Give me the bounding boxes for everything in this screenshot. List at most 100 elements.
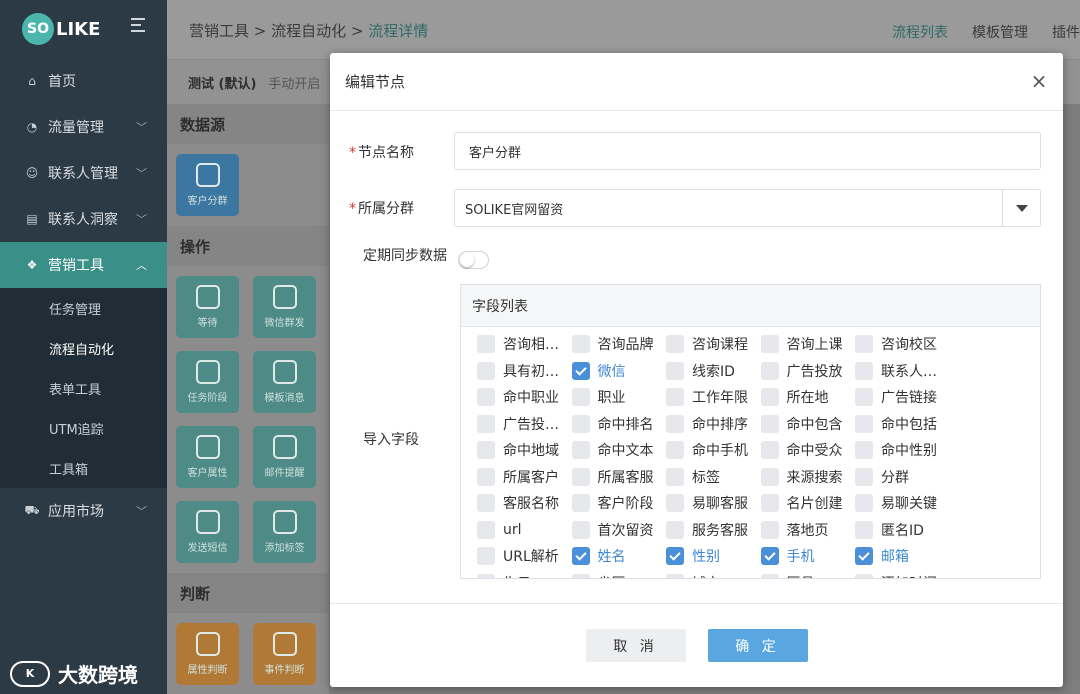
- checkbox-icon[interactable]: [571, 388, 590, 407]
- field-option[interactable]: 咨询课程: [666, 331, 761, 358]
- sidebar-subitem-tasks[interactable]: 任务管理: [0, 288, 167, 328]
- field-option[interactable]: 客户阶段: [571, 490, 667, 517]
- confirm-button[interactable]: 确 定: [707, 629, 808, 662]
- field-option[interactable]: 标签: [666, 464, 761, 491]
- tile-wechat[interactable]: 微信群发: [253, 276, 316, 338]
- field-option[interactable]: 广告投放渠道: [477, 411, 572, 438]
- field-option[interactable]: 落地页: [760, 517, 856, 544]
- field-option[interactable]: 所属客服: [571, 464, 667, 491]
- checkbox-icon[interactable]: [666, 441, 684, 460]
- field-option[interactable]: 分群: [855, 464, 950, 491]
- field-option[interactable]: 命中地域: [477, 437, 572, 464]
- field-option[interactable]: url: [477, 517, 572, 544]
- field-option[interactable]: 邮箱: [855, 543, 950, 570]
- checkbox-icon[interactable]: [477, 547, 495, 566]
- field-option[interactable]: 客服名称: [477, 490, 572, 517]
- tile-wait[interactable]: 等待: [176, 276, 239, 338]
- checkbox-icon[interactable]: [477, 494, 495, 513]
- checkbox-icon[interactable]: [666, 414, 684, 433]
- field-option[interactable]: 职业: [571, 384, 667, 411]
- checkbox-icon[interactable]: [760, 520, 779, 539]
- field-option[interactable]: 命中包括: [855, 411, 950, 438]
- field-list-box[interactable]: 字段列表 咨询相关信息 咨询品牌 咨询课程 咨询上课 咨询校区具有初步意向 微信 线索ID 广…: [460, 284, 1041, 579]
- cancel-button[interactable]: 取 消: [585, 629, 686, 662]
- field-option[interactable]: 区县: [760, 570, 856, 578]
- field-option[interactable]: 命中职业: [477, 384, 572, 411]
- field-option[interactable]: 命中文本: [571, 437, 667, 464]
- menu-collapse-icon[interactable]: [131, 18, 151, 36]
- checkbox-icon[interactable]: [855, 573, 873, 578]
- field-option[interactable]: 添加时间: [855, 570, 950, 578]
- field-option[interactable]: 命中排名: [571, 411, 667, 438]
- link-plugins[interactable]: 插件: [1052, 22, 1080, 42]
- checkbox-icon[interactable]: [666, 388, 684, 407]
- field-option[interactable]: 咨询品牌: [571, 331, 667, 358]
- checkbox-icon[interactable]: [571, 573, 590, 578]
- field-option[interactable]: 联系人来源: [855, 358, 950, 385]
- checkbox-icon[interactable]: [760, 467, 779, 486]
- checkbox-icon[interactable]: [760, 361, 779, 380]
- sidebar-subitem-utm[interactable]: UTM追踪: [0, 408, 167, 448]
- checkbox-icon[interactable]: [666, 520, 684, 539]
- field-option[interactable]: 工作年限: [666, 384, 761, 411]
- field-option[interactable]: 性别: [666, 543, 761, 570]
- checkbox-icon[interactable]: [855, 520, 873, 539]
- field-option[interactable]: 命中包含: [760, 411, 856, 438]
- close-icon[interactable]: ×: [1029, 71, 1049, 91]
- breadcrumb-item[interactable]: 流程自动化: [271, 22, 346, 40]
- tile-task-stage[interactable]: 任务阶段: [176, 351, 239, 413]
- checkbox-checked-icon[interactable]: [760, 547, 779, 566]
- sync-toggle[interactable]: [458, 251, 489, 269]
- checkbox-icon[interactable]: [477, 573, 495, 578]
- sidebar-item-traffic[interactable]: ◔ 流量管理 ﹀: [0, 104, 167, 150]
- tile-attr-judge[interactable]: 属性判断: [176, 623, 239, 685]
- checkbox-icon[interactable]: [760, 388, 779, 407]
- field-option[interactable]: 所在地: [760, 384, 856, 411]
- field-option[interactable]: 城市: [666, 570, 761, 578]
- logo[interactable]: SO LIKE: [0, 0, 167, 58]
- field-option[interactable]: 广告投放: [760, 358, 856, 385]
- checkbox-icon[interactable]: [571, 467, 590, 486]
- checkbox-icon[interactable]: [760, 441, 779, 460]
- tile-add-tag[interactable]: 添加标签: [253, 501, 316, 563]
- checkbox-icon[interactable]: [666, 335, 684, 354]
- group-select[interactable]: SOLIKE官网留资: [454, 189, 1041, 227]
- checkbox-icon[interactable]: [760, 573, 779, 578]
- caret-down-icon[interactable]: [1002, 190, 1040, 226]
- checkbox-icon[interactable]: [760, 335, 779, 354]
- sidebar-item-market[interactable]: ⛟ 应用市场 ﹀: [0, 488, 167, 534]
- field-option[interactable]: 首次留资: [571, 517, 667, 544]
- link-template-manage[interactable]: 模板管理: [972, 22, 1028, 42]
- checkbox-icon[interactable]: [571, 520, 590, 539]
- field-option[interactable]: 易聊关键: [855, 490, 950, 517]
- checkbox-icon[interactable]: [760, 494, 779, 513]
- checkbox-icon[interactable]: [666, 361, 684, 380]
- field-option[interactable]: 咨询校区: [855, 331, 950, 358]
- checkbox-icon[interactable]: [855, 361, 873, 380]
- checkbox-icon[interactable]: [666, 494, 684, 513]
- checkbox-checked-icon[interactable]: [666, 547, 684, 566]
- tile-event-judge[interactable]: 事件判断: [253, 623, 316, 685]
- checkbox-icon[interactable]: [760, 414, 779, 433]
- checkbox-icon[interactable]: [571, 441, 590, 460]
- field-option[interactable]: 咨询相关信息: [477, 331, 572, 358]
- field-option[interactable]: 手机: [760, 543, 856, 570]
- tile-sms[interactable]: 发送短信: [176, 501, 239, 563]
- checkbox-icon[interactable]: [477, 361, 495, 380]
- field-option[interactable]: 命中手机: [666, 437, 761, 464]
- sidebar-item-insights[interactable]: ▤ 联系人洞察 ﹀: [0, 196, 167, 242]
- link-flow-list[interactable]: 流程列表: [892, 22, 948, 42]
- checkbox-icon[interactable]: [855, 335, 873, 354]
- checkbox-icon[interactable]: [477, 335, 495, 354]
- checkbox-checked-icon[interactable]: [855, 547, 873, 566]
- field-option[interactable]: 线索ID: [666, 358, 761, 385]
- field-option[interactable]: 姓名: [571, 543, 667, 570]
- field-option[interactable]: 微信: [571, 358, 667, 385]
- flow-mode[interactable]: 手动开启: [268, 73, 320, 92]
- checkbox-icon[interactable]: [666, 573, 684, 578]
- checkbox-icon[interactable]: [855, 494, 873, 513]
- field-option[interactable]: 生日: [477, 570, 572, 578]
- checkbox-icon[interactable]: [477, 520, 495, 539]
- checkbox-icon[interactable]: [855, 414, 873, 433]
- checkbox-icon[interactable]: [855, 467, 873, 486]
